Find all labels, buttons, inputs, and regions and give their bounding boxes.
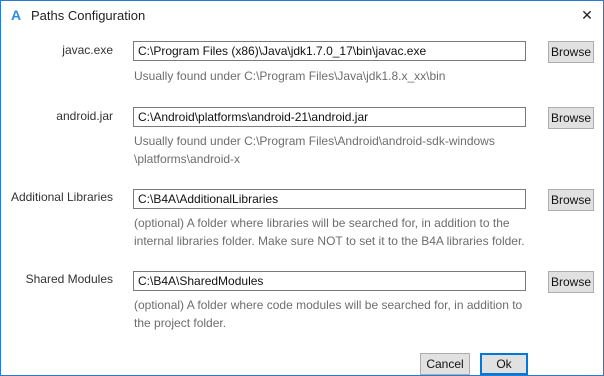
dialog-title: Paths Configuration (31, 8, 146, 23)
additional-libraries-input[interactable] (133, 189, 526, 209)
title-bar: A Paths Configuration ✕ (1, 1, 603, 31)
shared-modules-hint-line1: (optional) A folder where code modules w… (134, 298, 523, 312)
cancel-button[interactable]: Cancel (420, 353, 470, 375)
javac-label: javac.exe (62, 43, 113, 57)
additional-libraries-hint-line2: internal libraries folder. Make sure NOT… (134, 234, 525, 248)
shared-modules-hint-line2: the project folder. (134, 316, 227, 330)
javac-path-input[interactable] (133, 41, 526, 61)
shared-modules-label: Shared Modules (25, 272, 113, 286)
javac-hint: Usually found under C:\Program Files\Jav… (134, 69, 446, 83)
android-jar-hint-line1: Usually found under C:\Program Files\And… (134, 134, 495, 148)
additional-libraries-hint-line1: (optional) A folder where libraries will… (134, 216, 510, 230)
paths-configuration-dialog: A Paths Configuration ✕ javac.exe Browse… (0, 0, 604, 376)
android-jar-path-input[interactable] (133, 107, 526, 127)
javac-browse-button[interactable]: Browse (548, 41, 594, 63)
android-jar-hint-line2: \platforms\android-x (134, 152, 241, 166)
close-icon[interactable]: ✕ (573, 3, 601, 27)
b4a-app-icon: A (11, 7, 22, 23)
android-jar-label: android.jar (56, 109, 113, 123)
additional-libraries-browse-button[interactable]: Browse (548, 189, 594, 211)
additional-libraries-label: Additional Libraries (10, 190, 113, 204)
shared-modules-browse-button[interactable]: Browse (548, 271, 594, 293)
shared-modules-input[interactable] (133, 271, 526, 291)
android-jar-browse-button[interactable]: Browse (548, 107, 594, 129)
ok-button[interactable]: Ok (480, 353, 528, 375)
